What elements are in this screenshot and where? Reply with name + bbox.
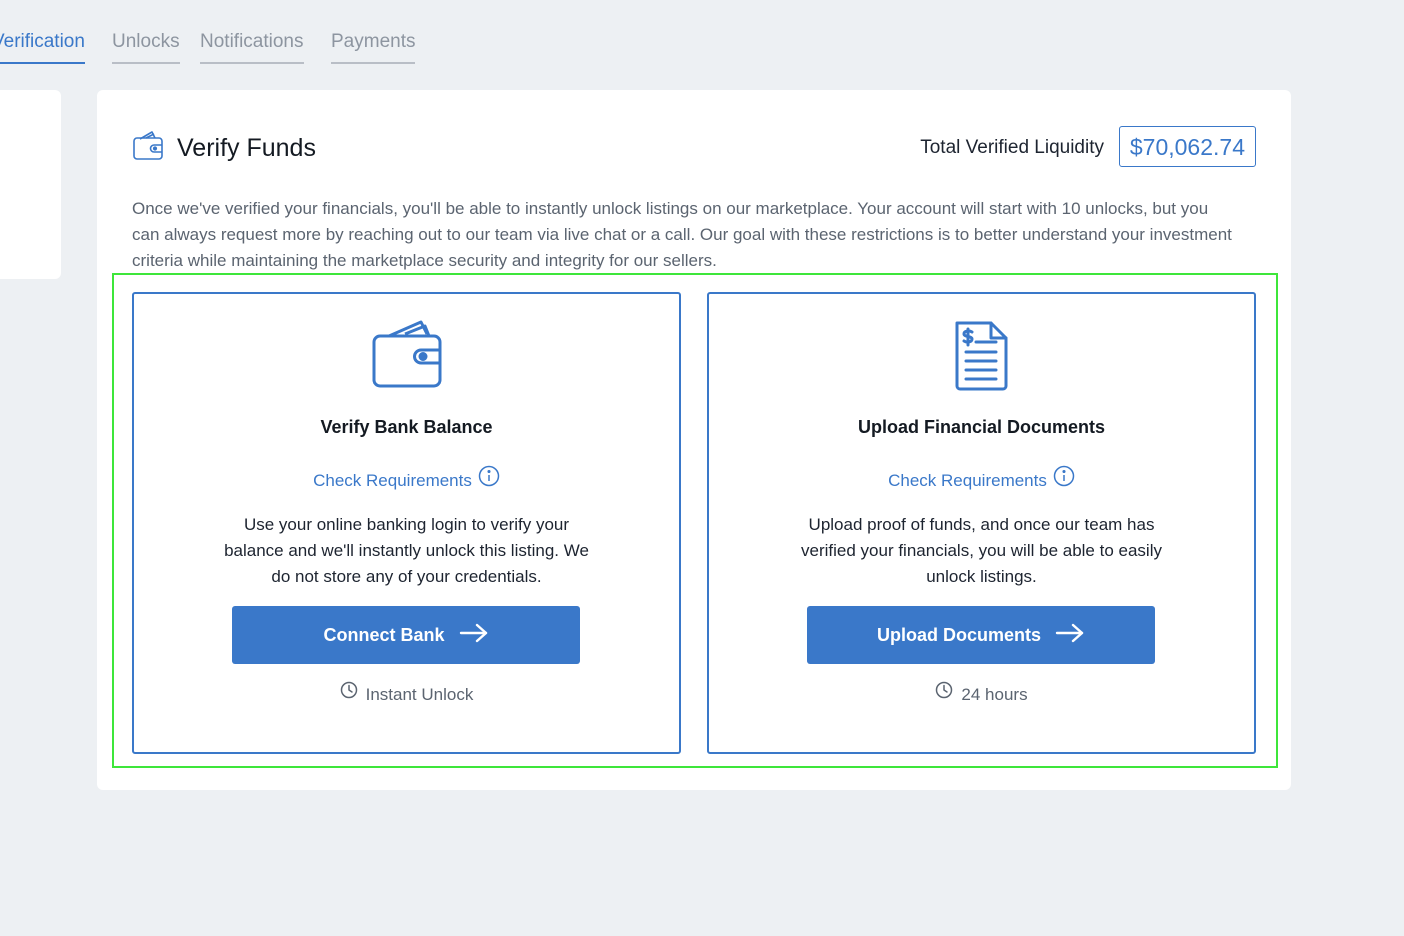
- upload-documents-button[interactable]: Upload Documents: [807, 606, 1155, 664]
- button-label: Connect Bank: [323, 624, 445, 645]
- option-title: Upload Financial Documents: [857, 417, 1106, 437]
- info-icon[interactable]: [478, 465, 500, 495]
- verify-bank-option: Verify Bank Balance Check Requirements U…: [132, 292, 681, 754]
- verify-funds-card: Verify Funds Total Verified Liquidity $7…: [97, 90, 1291, 790]
- option-title: Verify Bank Balance: [320, 417, 493, 437]
- tab-bar: Verification Unlocks Notifications Payme…: [0, 28, 600, 68]
- option-description: Use your online banking login to verify …: [224, 515, 589, 586]
- wallet-icon: [132, 130, 164, 162]
- check-requirements-link[interactable]: Check Requirements: [134, 465, 679, 495]
- description-text: Once we've verified your financials, you…: [132, 199, 1232, 270]
- clock-icon: [340, 681, 358, 707]
- unlock-time-label: 24 hours: [961, 685, 1028, 704]
- check-requirements-label: Check Requirements: [888, 471, 1047, 490]
- liquidity-label: Total Verified Liquidity: [920, 137, 1104, 158]
- side-panel: [0, 90, 61, 279]
- option-description: Upload proof of funds, and once our team…: [801, 515, 1162, 586]
- arrow-right-icon: [1055, 623, 1085, 648]
- button-label: Upload Documents: [876, 624, 1041, 645]
- tab-payments[interactable]: Payments: [331, 28, 416, 64]
- upload-documents-option: Upload Financial Documents Check Require…: [707, 292, 1256, 754]
- info-icon[interactable]: [1053, 465, 1075, 495]
- unlock-time: 24 hours: [709, 681, 1254, 708]
- card-header: Verify Funds Total Verified Liquidity $7…: [132, 126, 1256, 170]
- tab-verification[interactable]: Verification: [0, 28, 85, 64]
- wallet-icon: [371, 318, 443, 392]
- page-title: Verify Funds: [177, 134, 316, 162]
- unlock-time: Instant Unlock: [134, 681, 679, 708]
- liquidity-value: $70,062.74: [1118, 126, 1256, 167]
- clock-icon: [935, 681, 953, 707]
- connect-bank-button[interactable]: Connect Bank: [232, 606, 580, 664]
- tab-unlocks[interactable]: Unlocks: [112, 28, 180, 64]
- unlock-time-label: Instant Unlock: [365, 685, 474, 704]
- arrow-right-icon: [459, 623, 489, 648]
- tab-notifications[interactable]: Notifications: [200, 28, 304, 64]
- check-requirements-link[interactable]: Check Requirements: [709, 465, 1254, 495]
- document-dollar-icon: [946, 318, 1018, 392]
- check-requirements-label: Check Requirements: [313, 471, 472, 490]
